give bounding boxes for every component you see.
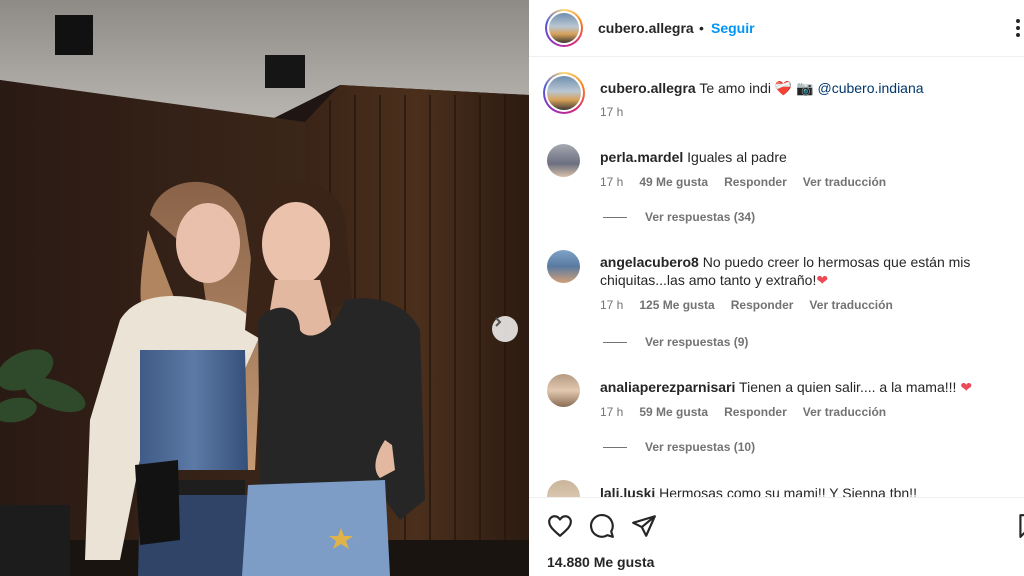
post-header: cubero.allegra • Seguir [529,0,1024,57]
view-replies-button[interactable]: Ver respuestas (9) [603,335,748,349]
view-replies-label: Ver respuestas (10) [645,440,756,454]
comment-text: Tienen a quien salir.... a la mama!!! [739,379,957,395]
replies-line [603,216,627,218]
comment-text: Iguales al padre [687,149,787,165]
heart-outline-icon[interactable] [547,513,573,539]
view-replies-label: Ver respuestas (34) [645,210,756,224]
view-replies-button[interactable]: Ver respuestas (34) [603,210,755,224]
comment-likes[interactable]: 59 Me gusta [639,405,708,419]
comment-username[interactable]: angelacubero8 [600,254,699,270]
comment-likes[interactable]: 125 Me gusta [639,298,714,312]
comment-time[interactable]: 17 h [600,405,623,419]
author-username[interactable]: cubero.allegra [598,20,694,36]
comment-username[interactable]: perla.mardel [600,149,683,165]
caption-username[interactable]: cubero.allegra [600,80,696,96]
translate-button[interactable]: Ver traducción [809,298,892,312]
translate-button[interactable]: Ver traducción [803,405,886,419]
post-panel: cubero.allegra • Seguir cubero.allegra T… [529,0,1024,576]
replies-line [603,341,627,343]
view-replies-button[interactable]: Ver respuestas (10) [603,440,755,454]
comment-time[interactable]: 17 h [600,298,623,312]
translate-button[interactable]: Ver traducción [803,175,886,189]
follow-button[interactable]: Seguir [711,20,755,36]
comment-bubble-icon[interactable] [589,513,615,539]
heart-emoji: ❤ [960,379,973,395]
replies-line [603,446,627,448]
chevron-right-icon [495,317,502,327]
bookmark-icon[interactable] [1015,513,1024,539]
caption-emoji: ❤️‍🩹 📷 [774,80,814,96]
reply-button[interactable]: Responder [724,405,787,419]
caption-time[interactable]: 17 h [600,105,623,119]
comment-likes[interactable]: 49 Me gusta [639,175,708,189]
comment-username[interactable]: analiaperezparnisari [600,379,735,395]
more-dots-icon[interactable] [1012,18,1024,38]
heart-emoji: ❤ [816,272,829,288]
caption-text: Te amo indi [699,80,771,96]
next-photo-button[interactable] [492,316,518,342]
reply-button[interactable]: Responder [731,298,794,312]
separator-dot: • [699,20,704,36]
comment-avatar[interactable] [547,144,580,177]
photo-illustration [0,0,529,576]
comment-avatar[interactable] [547,374,580,407]
action-bar: 14.880 Me gusta [529,497,1024,576]
reply-button[interactable]: Responder [724,175,787,189]
view-replies-label: Ver respuestas (9) [645,335,749,349]
author-avatar[interactable] [545,9,583,47]
caption-avatar[interactable] [543,72,585,114]
paper-plane-icon[interactable] [631,513,657,539]
comment-avatar[interactable] [547,250,580,283]
caption-mention[interactable]: @cubero.indiana [817,80,923,96]
likes-count[interactable]: 14.880 Me gusta [547,554,654,570]
post-photo [0,0,529,576]
comment-time[interactable]: 17 h [600,175,623,189]
